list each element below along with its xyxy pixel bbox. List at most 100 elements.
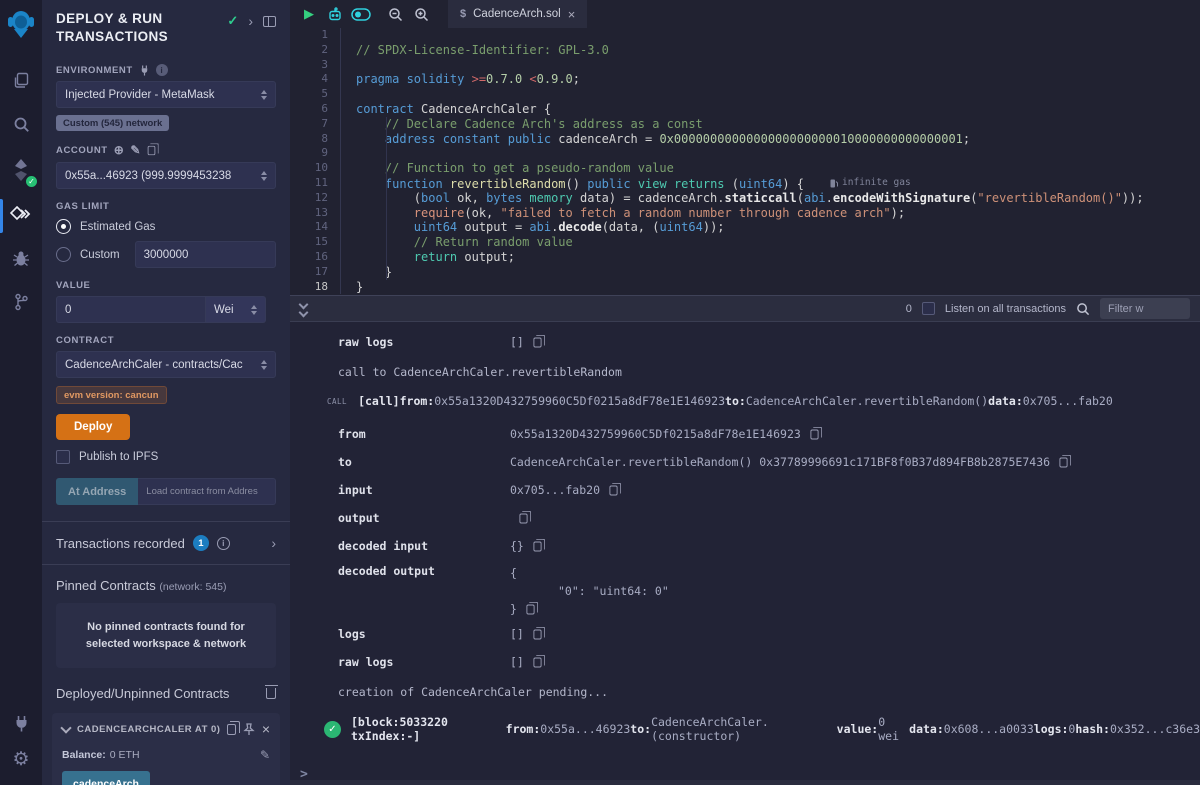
close-tab-icon[interactable]: ×	[568, 7, 576, 22]
pin-panel-icon[interactable]	[263, 16, 276, 27]
radio-selected-icon[interactable]	[56, 219, 71, 234]
terminal-search-icon[interactable]	[1076, 302, 1090, 316]
estimated-gas-option[interactable]: Estimated Gas	[56, 219, 276, 234]
select-stepper-icon	[261, 171, 267, 181]
git-icon[interactable]	[0, 284, 42, 320]
listen-checkbox-icon[interactable]	[922, 302, 935, 315]
file-explorer-icon[interactable]	[0, 62, 42, 98]
ai-assistant-robot-icon[interactable]	[322, 2, 348, 26]
terminal-row: decoded output{"0": "uint64: 0"}	[290, 564, 1200, 618]
deploy-and-run-icon[interactable]	[0, 196, 42, 236]
clear-contracts-trash-icon[interactable]	[266, 688, 276, 699]
balance-value: 0 ETH	[110, 749, 140, 761]
copy-account-icon[interactable]	[148, 146, 156, 155]
sign-message-icon[interactable]: ✎	[130, 143, 141, 157]
solidity-file-icon: $	[460, 8, 466, 20]
settings-gear-icon[interactable]: ⚙	[0, 741, 42, 777]
copy-icon[interactable]	[533, 541, 541, 551]
pinned-contracts-header: Pinned Contracts (network: 545)	[42, 565, 290, 601]
add-account-icon[interactable]: ⊕	[114, 143, 125, 157]
remove-contract-icon[interactable]: ×	[262, 722, 270, 736]
custom-gas-option[interactable]: Custom	[56, 247, 120, 262]
terminal-row: raw logs[]	[290, 328, 1200, 356]
terminal-row: call[call] from: 0x55a1320D432759960C5Df…	[290, 394, 1200, 408]
value-unit-select[interactable]: Wei	[206, 296, 266, 323]
code-line: 4pragma solidity >=0.7.0 <0.9.0;	[290, 72, 1200, 87]
infinite-gas-annotation: infinite gas	[830, 176, 911, 191]
network-badge: Custom (545) network	[56, 115, 169, 131]
custom-gas-input[interactable]: 3000000	[135, 241, 276, 268]
copy-icon[interactable]	[533, 657, 541, 667]
copy-address-icon[interactable]	[227, 724, 236, 735]
remix-ide: ✓	[0, 0, 1200, 785]
copy-icon[interactable]	[533, 629, 541, 639]
terminal: 0 Listen on all transactions Filter w ra…	[290, 295, 1200, 785]
terminal-input-strip[interactable]	[290, 780, 1200, 785]
copy-icon[interactable]	[609, 485, 617, 495]
account-label: ACCOUNT ⊕ ✎	[56, 143, 276, 157]
terminal-row: call to CadenceArchCaler.revertibleRando…	[290, 365, 1200, 379]
deployed-contracts-header: Deployed/Unpinned Contracts	[42, 670, 290, 709]
activity-bar: ✓	[0, 0, 42, 785]
tx-expand-chevron-icon[interactable]: ›	[271, 535, 276, 551]
code-line: 7 // Declare Cadence Arch's address as a…	[290, 117, 1200, 132]
code-line: 13 require(ok, "failed to fetch a random…	[290, 206, 1200, 221]
debugger-icon[interactable]	[0, 240, 42, 276]
method-button-cadencearch[interactable]: cadenceArch	[62, 771, 150, 785]
remix-logo-icon[interactable]	[0, 0, 42, 48]
terminal-header: 0 Listen on all transactions Filter w	[290, 295, 1200, 322]
edit-balance-icon[interactable]: ✎	[260, 748, 270, 762]
copy-icon[interactable]	[810, 429, 818, 439]
terminal-row: logs[]	[290, 620, 1200, 648]
plugin-manager-icon[interactable]	[0, 705, 42, 741]
terminal-row: decoded input{}	[290, 532, 1200, 560]
account-select[interactable]: 0x55a...46923 (999.9999453238	[56, 162, 276, 189]
run-script-play-icon[interactable]: ▶	[296, 2, 322, 26]
copy-icon[interactable]	[526, 604, 534, 614]
value-input[interactable]: 0	[56, 296, 206, 323]
value-label: VALUE	[56, 280, 276, 291]
zoom-in-icon[interactable]	[408, 2, 434, 26]
code-editor[interactable]: 12// SPDX-License-Identifier: GPL-3.034p…	[290, 28, 1200, 294]
terminal-filter-input[interactable]: Filter w	[1100, 298, 1190, 319]
environment-info-icon[interactable]: i	[156, 64, 168, 76]
tab-label: CadenceArch.sol	[473, 8, 561, 20]
radio-icon[interactable]	[56, 247, 71, 262]
terminal-row: creation of CadenceArchCaler pending...	[290, 685, 1200, 699]
tx-info-icon[interactable]: i	[217, 537, 230, 550]
at-address-input[interactable]: Load contract from Addres	[138, 478, 276, 505]
contract-select[interactable]: CadenceArchCaler - contracts/Cac	[56, 351, 276, 378]
indent-guide	[386, 117, 387, 280]
solidity-compiler-icon[interactable]: ✓	[0, 150, 42, 190]
collapse-chevron-icon[interactable]	[60, 722, 71, 733]
editor-zone: ▶	[290, 0, 1200, 295]
search-icon[interactable]	[0, 106, 42, 142]
evm-version-badge: evm version: cancun	[56, 386, 167, 404]
pin-contract-icon[interactable]	[243, 723, 255, 736]
code-line: 8 address constant public cadenceArch = …	[290, 132, 1200, 147]
collapse-terminal-icon[interactable]	[300, 301, 307, 316]
copilot-toggle-icon[interactable]	[348, 2, 374, 26]
code-line: 6contract CadenceArchCaler {	[290, 102, 1200, 117]
select-stepper-icon	[251, 305, 257, 315]
tab-cadencearch-sol[interactable]: $ CadenceArch.sol ×	[448, 0, 587, 28]
select-stepper-icon	[261, 90, 267, 100]
plug-icon[interactable]	[139, 65, 150, 76]
gas-limit-label: GAS LIMIT	[56, 201, 276, 212]
zoom-out-icon[interactable]	[382, 2, 408, 26]
transactions-recorded-row[interactable]: Transactions recorded 1 i ›	[42, 522, 290, 564]
at-address-button[interactable]: At Address	[56, 478, 138, 505]
copy-icon[interactable]	[533, 337, 541, 347]
code-line: 14 uint64 output = abi.decode(data, (uin…	[290, 220, 1200, 235]
deploy-button[interactable]: Deploy	[56, 414, 130, 440]
environment-select[interactable]: Injected Provider - MetaMask	[56, 81, 276, 108]
copy-icon[interactable]	[519, 513, 527, 523]
deployed-contract-title: CADENCEARCHCALER AT 0)	[77, 724, 220, 735]
copy-icon[interactable]	[1059, 457, 1067, 467]
panel-chevron-icon[interactable]: ›	[248, 13, 253, 29]
transactions-recorded-label: Transactions recorded	[56, 536, 185, 551]
checkbox-icon[interactable]	[56, 450, 70, 464]
publish-ipfs-option[interactable]: Publish to IPFS	[56, 450, 276, 464]
terminal-row: from0x55a1320D432759960C5Df0215a8dF78e1E…	[290, 420, 1200, 448]
deploy-run-panel: DEPLOY & RUN TRANSACTIONS ✓ › ENVIRONMEN…	[42, 0, 290, 785]
